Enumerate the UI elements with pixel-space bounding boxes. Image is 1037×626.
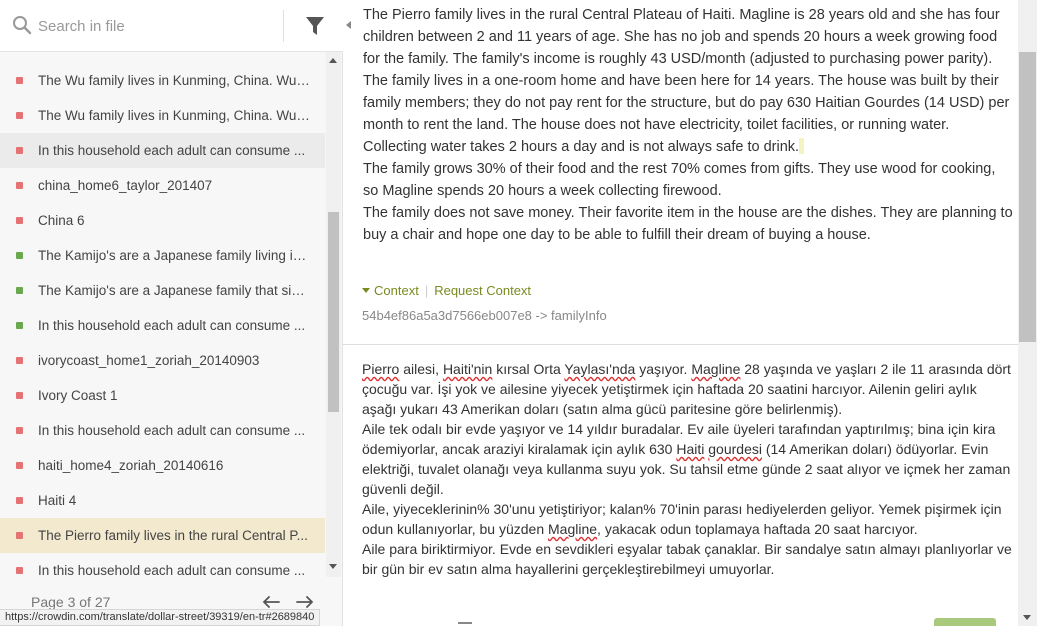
status-untranslated-icon — [16, 77, 23, 84]
search-icon — [13, 16, 32, 35]
search-input[interactable] — [38, 14, 273, 38]
string-key: 54b4ef86a5a3d7566eb007e8 -> familyInfo — [362, 308, 607, 323]
scroll-up-arrow-icon[interactable] — [329, 58, 337, 63]
status-untranslated-icon — [16, 567, 23, 574]
translation-paragraph: Aile, yiyeceklerinin% 30'unu yetiştiriyo… — [362, 501, 1002, 537]
list-item-text: Ivory Coast 1 — [38, 388, 118, 403]
list-item-text: The Kamijo's are a Japanese family that … — [38, 283, 310, 298]
translation-paragraph: Aile para biriktirmiyor. Evde en sevdikl… — [362, 541, 1012, 577]
list-item-text: ivorycoast_home1_zoriah_20140903 — [38, 353, 260, 368]
arrow-left-icon[interactable] — [261, 594, 281, 610]
source-string: The Pierro family lives in the rural Cen… — [363, 4, 1013, 246]
list-item[interactable]: In this household each adult can consume… — [0, 413, 325, 448]
list-item[interactable]: The Kamijo's are a Japanese family livin… — [0, 238, 325, 273]
list-item-text: china_home6_taylor_201407 — [38, 178, 213, 193]
search-divider — [283, 10, 284, 42]
source-paragraph: The family lives in a one-room home and … — [363, 73, 1010, 155]
search-bar — [0, 0, 343, 52]
list-item-text: The Wu family lives in Kunming, China. W… — [38, 108, 310, 123]
source-paragraph: The Pierro family lives in the rural Cen… — [363, 7, 1000, 67]
scroll-down-arrow-icon[interactable] — [1023, 615, 1031, 620]
list-scroll-thumb[interactable] — [328, 212, 339, 412]
page-label: Page 3 of 27 — [31, 594, 111, 610]
list-item-text: The Pierro family lives in the rural Cen… — [38, 528, 308, 543]
main-scroll-thumb[interactable] — [1019, 52, 1036, 342]
status-untranslated-icon — [16, 392, 23, 399]
list-item-text: China 6 — [38, 213, 85, 228]
status-untranslated-icon — [16, 147, 23, 154]
list-item-text: In this household each adult can consume… — [38, 423, 306, 438]
list-item[interactable]: The Wu family lives in Kunming, China. W… — [0, 63, 325, 98]
status-untranslated-icon — [16, 112, 23, 119]
translation-paragraph: Pierro ailesi, Haiti'nin kırsal Orta Yay… — [362, 361, 1011, 417]
list-scrollbar[interactable] — [326, 52, 341, 577]
list-item[interactable]: In this household each adult can consume… — [0, 553, 325, 577]
strings-panel: The Wu family lives in Kunming, China. W… — [0, 0, 343, 626]
list-item-text: The Kamijo's are a Japanese family livin… — [38, 248, 310, 263]
status-untranslated-icon — [16, 497, 23, 504]
text-cursor-mark — [799, 138, 805, 154]
browser-status-url: https://crowdin.com/translate/dollar-str… — [0, 609, 321, 626]
list-item[interactable]: haiti_home4_zoriah_20140616 — [0, 448, 325, 483]
status-untranslated-icon — [16, 532, 23, 539]
source-paragraph: The family grows 30% of their food and t… — [363, 161, 996, 199]
status-untranslated-icon — [16, 182, 23, 189]
source-paragraph: The family does not save money. Their fa… — [363, 205, 1013, 243]
list-item[interactable]: In this household each adult can consume… — [0, 308, 325, 343]
status-untranslated-icon — [16, 427, 23, 434]
panel-divider — [343, 344, 1018, 345]
status-translated-icon — [16, 322, 23, 329]
scroll-down-arrow-icon[interactable] — [329, 564, 337, 569]
list-item[interactable]: Haiti 4 — [0, 483, 325, 518]
list-item-text: The Wu family lives in Kunming, China. W… — [38, 73, 310, 88]
list-item-text: Haiti 4 — [38, 493, 77, 508]
list-item-text: In this household each adult can consume… — [38, 563, 306, 577]
list-item-text: In this household each adult can consume… — [38, 143, 306, 158]
status-translated-icon — [16, 287, 23, 294]
list-item[interactable]: Ivory Coast 1 — [0, 378, 325, 413]
list-item[interactable]: china_home6_taylor_201407 — [0, 168, 325, 203]
context-toggle-link[interactable]: Context — [374, 283, 419, 298]
status-translated-icon — [16, 252, 23, 259]
translation-paragraph: Aile tek odalı bir evde yaşıyor ve 14 yı… — [362, 421, 1011, 497]
list-item[interactable]: China 6 — [0, 203, 325, 238]
status-untranslated-icon — [16, 357, 23, 364]
list-item[interactable]: In this household each adult can consume… — [0, 133, 325, 168]
string-list: The Wu family lives in Kunming, China. W… — [0, 52, 325, 577]
list-item-selected[interactable]: The Pierro family lives in the rural Cen… — [0, 518, 325, 553]
status-untranslated-icon — [16, 217, 23, 224]
context-links: Context | Request Context — [362, 283, 531, 298]
status-untranslated-icon — [16, 462, 23, 469]
request-context-link[interactable]: Request Context — [434, 283, 531, 298]
list-item[interactable]: The Wu family lives in Kunming, China. W… — [0, 98, 325, 133]
caret-down-icon — [362, 288, 370, 293]
filter-icon[interactable] — [304, 15, 326, 37]
list-item-text: haiti_home4_zoriah_20140616 — [38, 458, 224, 473]
list-item[interactable]: ivorycoast_home1_zoriah_20140903 — [0, 343, 325, 378]
list-item[interactable]: The Kamijo's are a Japanese family that … — [0, 273, 325, 308]
arrow-right-icon[interactable] — [295, 594, 315, 610]
editor-toolbar-icon[interactable] — [458, 622, 472, 624]
save-button[interactable] — [934, 618, 996, 626]
list-item-text: In this household each adult can consume… — [38, 318, 306, 333]
translation-editor[interactable]: Pierro ailesi, Haiti'nin kırsal Orta Yay… — [362, 359, 1012, 579]
main-scrollbar[interactable] — [1018, 0, 1037, 626]
collapse-left-icon[interactable] — [346, 21, 351, 29]
